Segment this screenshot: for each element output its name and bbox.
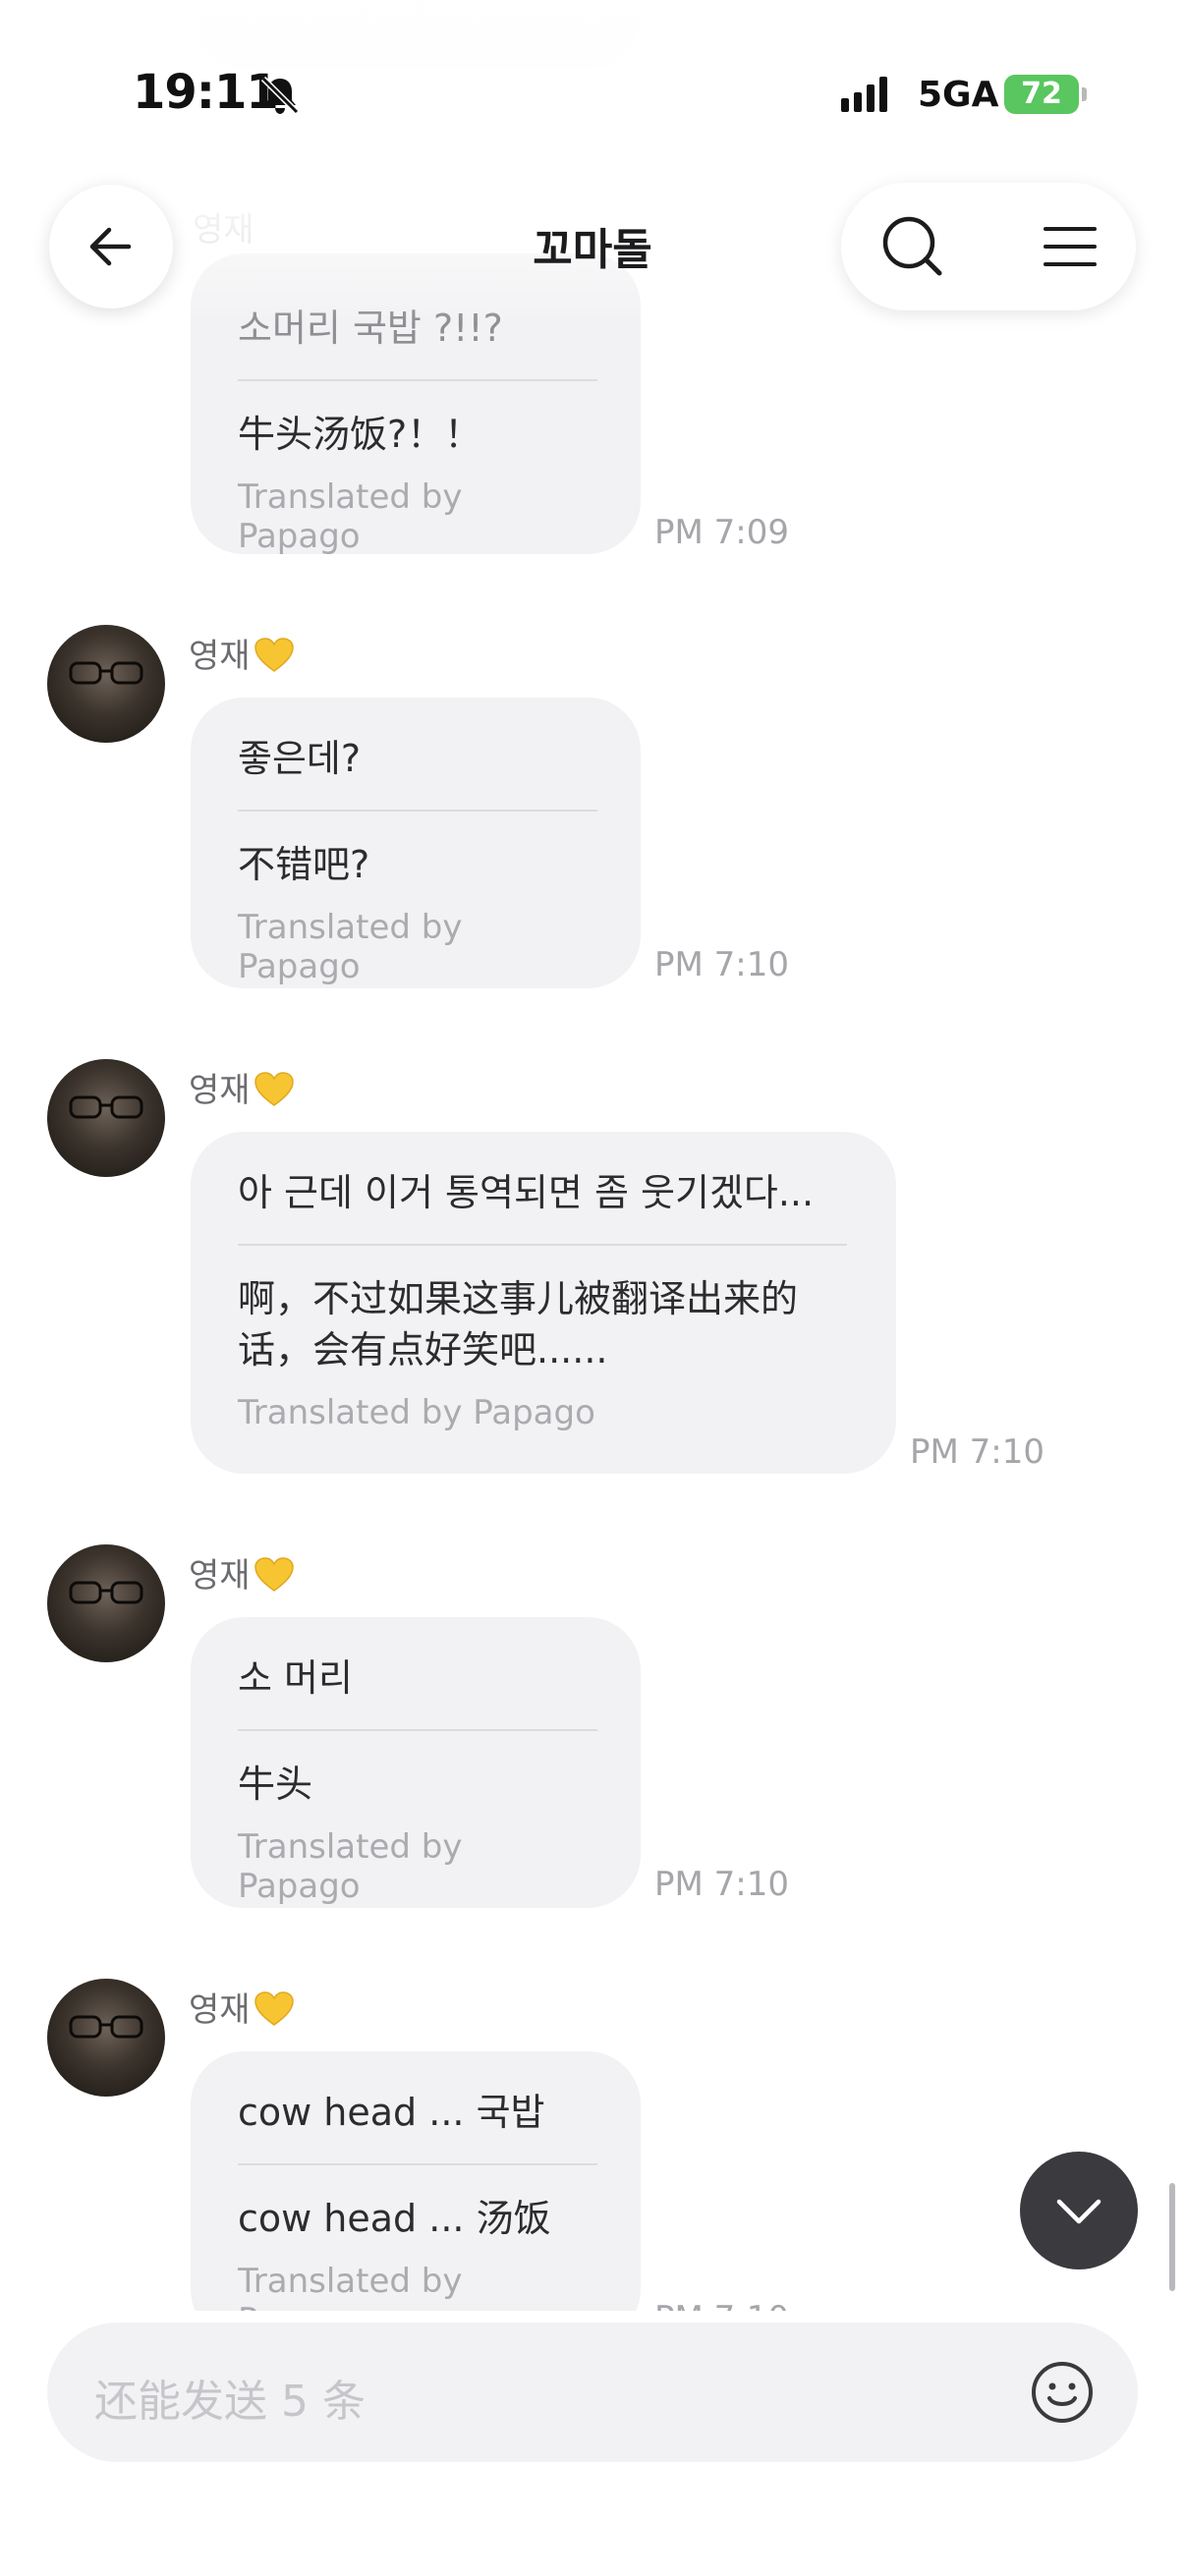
translated-text-line-1: 啊，不过如果这事儿被翻译出来的 [238, 1277, 799, 1320]
divider [238, 1729, 597, 1731]
message-bubble[interactable]: 아 근데 이거 통역되면 좀 웃기겠다... 啊，不过如果这事儿被翻译出来的 话… [191, 1132, 896, 1474]
signal-icon [841, 77, 892, 112]
divider [238, 379, 597, 381]
translated-text: 不错吧? [238, 843, 370, 886]
divider [238, 1244, 847, 1246]
battery-icon: 72 [1004, 75, 1087, 114]
divider [238, 810, 597, 812]
status-time: 19:11 [133, 65, 279, 120]
message-time: PM 7:10 [910, 1432, 1044, 1472]
avatar[interactable] [47, 1544, 165, 1662]
sender-name: 영재 [189, 629, 294, 677]
translation-credit: Translated by Papago [238, 1827, 463, 1906]
input-placeholder: 还能发送 5 条 [94, 2377, 366, 2427]
translation-credit: Translated by Papago [238, 477, 463, 556]
header-actions [841, 183, 1136, 310]
emoji-button[interactable] [1020, 2350, 1104, 2435]
message-bubble[interactable]: 소 머리 牛头 Translated by Papago [191, 1617, 641, 1908]
divider [238, 2163, 597, 2165]
network-type: 5GA [918, 75, 999, 115]
search-button[interactable] [871, 204, 955, 289]
sender-name: 영재 [189, 1983, 294, 2031]
scroll-down-button[interactable] [1020, 2152, 1138, 2269]
message-time: PM 7:10 [654, 1865, 789, 1904]
smiley-icon [1032, 2362, 1093, 2423]
chevron-down-icon [1056, 2199, 1101, 2224]
glasses-icon [69, 661, 143, 685]
translation-credit: Translated by Papago [238, 2262, 463, 2311]
translated-text-line-2: 话，会有点好笑吧...... [238, 1328, 608, 1372]
original-text: 좋은데? [238, 737, 362, 780]
message-bubble[interactable]: 좋은데? 不错吧? Translated by Papago [191, 698, 641, 988]
avatar[interactable] [47, 1979, 165, 2097]
message-input[interactable]: 还能发送 5 条 [47, 2323, 1138, 2462]
message-list[interactable]: 영재 소머리 국밥 ?!!? 牛头汤饭?！！ Translated by Pap… [0, 0, 1185, 2311]
message-bubble[interactable]: cow head ... 국밥 cow head ... 汤饭 Translat… [191, 2051, 641, 2311]
translation-credit: Translated by Papago [238, 1393, 595, 1432]
scrollbar[interactable] [1169, 2183, 1175, 2291]
message-time: PM 7:10 [654, 2299, 789, 2311]
glasses-icon [69, 2015, 143, 2039]
translation-credit: Translated by Papago [238, 908, 463, 986]
menu-button[interactable] [1028, 204, 1112, 289]
original-text: cow head ... 국밥 [238, 2091, 545, 2134]
yellow-heart-icon [254, 1072, 294, 1106]
yellow-heart-icon [254, 1557, 294, 1592]
translated-text: 牛头汤饭?！！ [238, 413, 482, 456]
yellow-heart-icon [254, 638, 294, 672]
original-text: 소 머리 [238, 1656, 353, 1700]
bell-muted-icon [260, 76, 300, 115]
message-time: PM 7:10 [654, 945, 789, 984]
original-text: 아 근데 이거 통역되면 좀 웃기겠다... [238, 1171, 815, 1214]
sender-name: 영재 [189, 1063, 294, 1111]
glasses-icon [69, 1581, 143, 1604]
battery-level: 72 [1021, 77, 1062, 111]
message-time: PM 7:09 [654, 513, 789, 552]
hamburger-menu-icon [1044, 227, 1097, 266]
composer: 还能发送 5 条 [0, 2311, 1185, 2576]
sender-name: 영재 [189, 1548, 294, 1596]
translated-text: 牛头 [238, 1763, 313, 1806]
glasses-icon [69, 1095, 143, 1119]
search-icon [882, 216, 942, 276]
yellow-heart-icon [254, 1991, 294, 2026]
status-bar: 19:11 5GA 72 [0, 0, 1185, 187]
translated-text: cow head ... 汤饭 [238, 2197, 551, 2240]
avatar[interactable] [47, 625, 165, 743]
avatar[interactable] [47, 1059, 165, 1177]
